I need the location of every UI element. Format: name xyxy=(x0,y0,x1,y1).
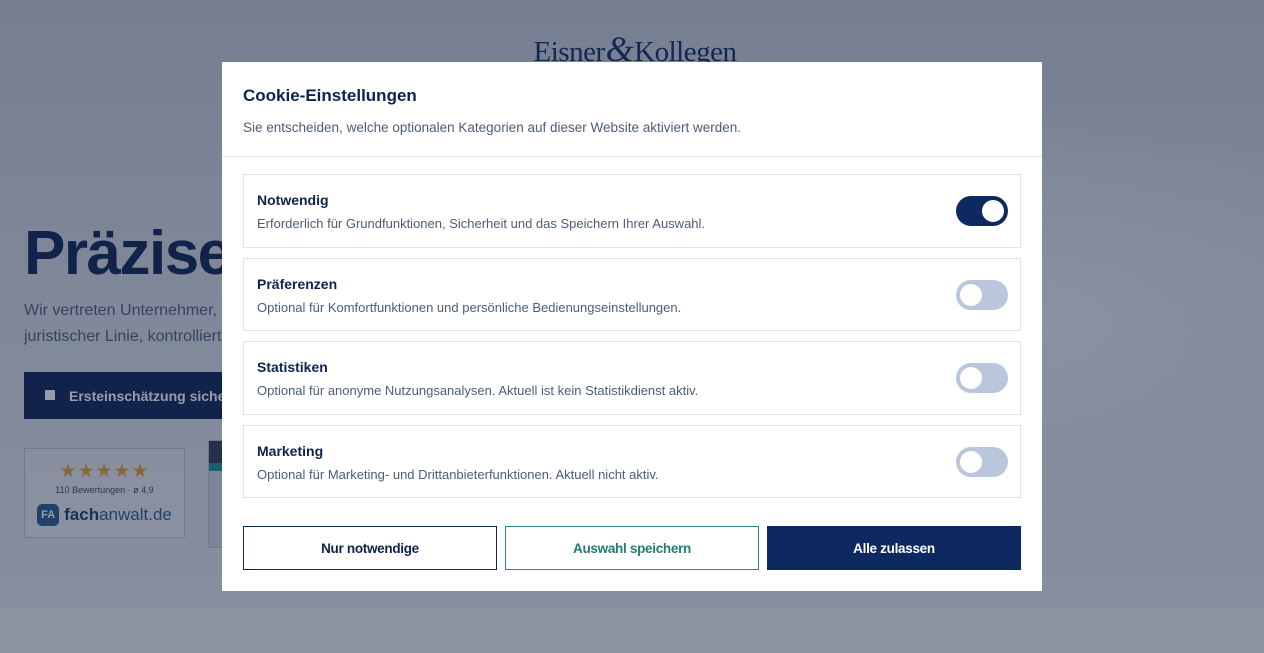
accept-all-button[interactable]: Alle zulassen xyxy=(767,526,1021,570)
toggle-knob xyxy=(982,200,1004,222)
category-description: Optional für Komfortfunktionen und persö… xyxy=(257,300,682,315)
dialog-header: Cookie-Einstellungen Sie entscheiden, we… xyxy=(222,62,1042,157)
dialog-title: Cookie-Einstellungen xyxy=(243,86,417,105)
cookie-category-marketing: Marketing Optional für Marketing- und Dr… xyxy=(243,425,1021,498)
toggle-knob xyxy=(960,451,982,473)
toggle-preferences[interactable] xyxy=(956,280,1008,310)
category-name: Marketing xyxy=(257,443,324,459)
cookie-category-necessary: Notwendig Erforderlich für Grundfunktion… xyxy=(243,174,1021,248)
category-name: Notwendig xyxy=(257,192,329,208)
save-selection-button[interactable]: Auswahl speichern xyxy=(505,526,759,570)
dialog-subtitle: Sie entscheiden, welche optionalen Kateg… xyxy=(243,120,742,135)
cookie-category-preferences: Präferenzen Optional für Komfortfunktion… xyxy=(243,258,1021,331)
toggle-knob xyxy=(960,367,982,389)
category-description: Optional für anonyme Nutzungsanalysen. A… xyxy=(257,383,699,398)
category-description: Optional für Marketing- und Drittanbiete… xyxy=(257,467,659,482)
cookie-category-statistics: Statistiken Optional für anonyme Nutzung… xyxy=(243,341,1021,415)
toggle-knob xyxy=(960,284,982,306)
category-name: Präferenzen xyxy=(257,276,338,292)
cookie-settings-dialog: Cookie-Einstellungen Sie entscheiden, we… xyxy=(222,62,1042,591)
toggle-marketing[interactable] xyxy=(956,447,1008,477)
necessary-only-button[interactable]: Nur notwendige xyxy=(243,526,497,570)
category-name: Statistiken xyxy=(257,359,328,375)
category-description: Erforderlich für Grundfunktionen, Sicher… xyxy=(257,216,706,231)
toggle-necessary[interactable] xyxy=(956,196,1008,226)
toggle-statistics[interactable] xyxy=(956,363,1008,393)
